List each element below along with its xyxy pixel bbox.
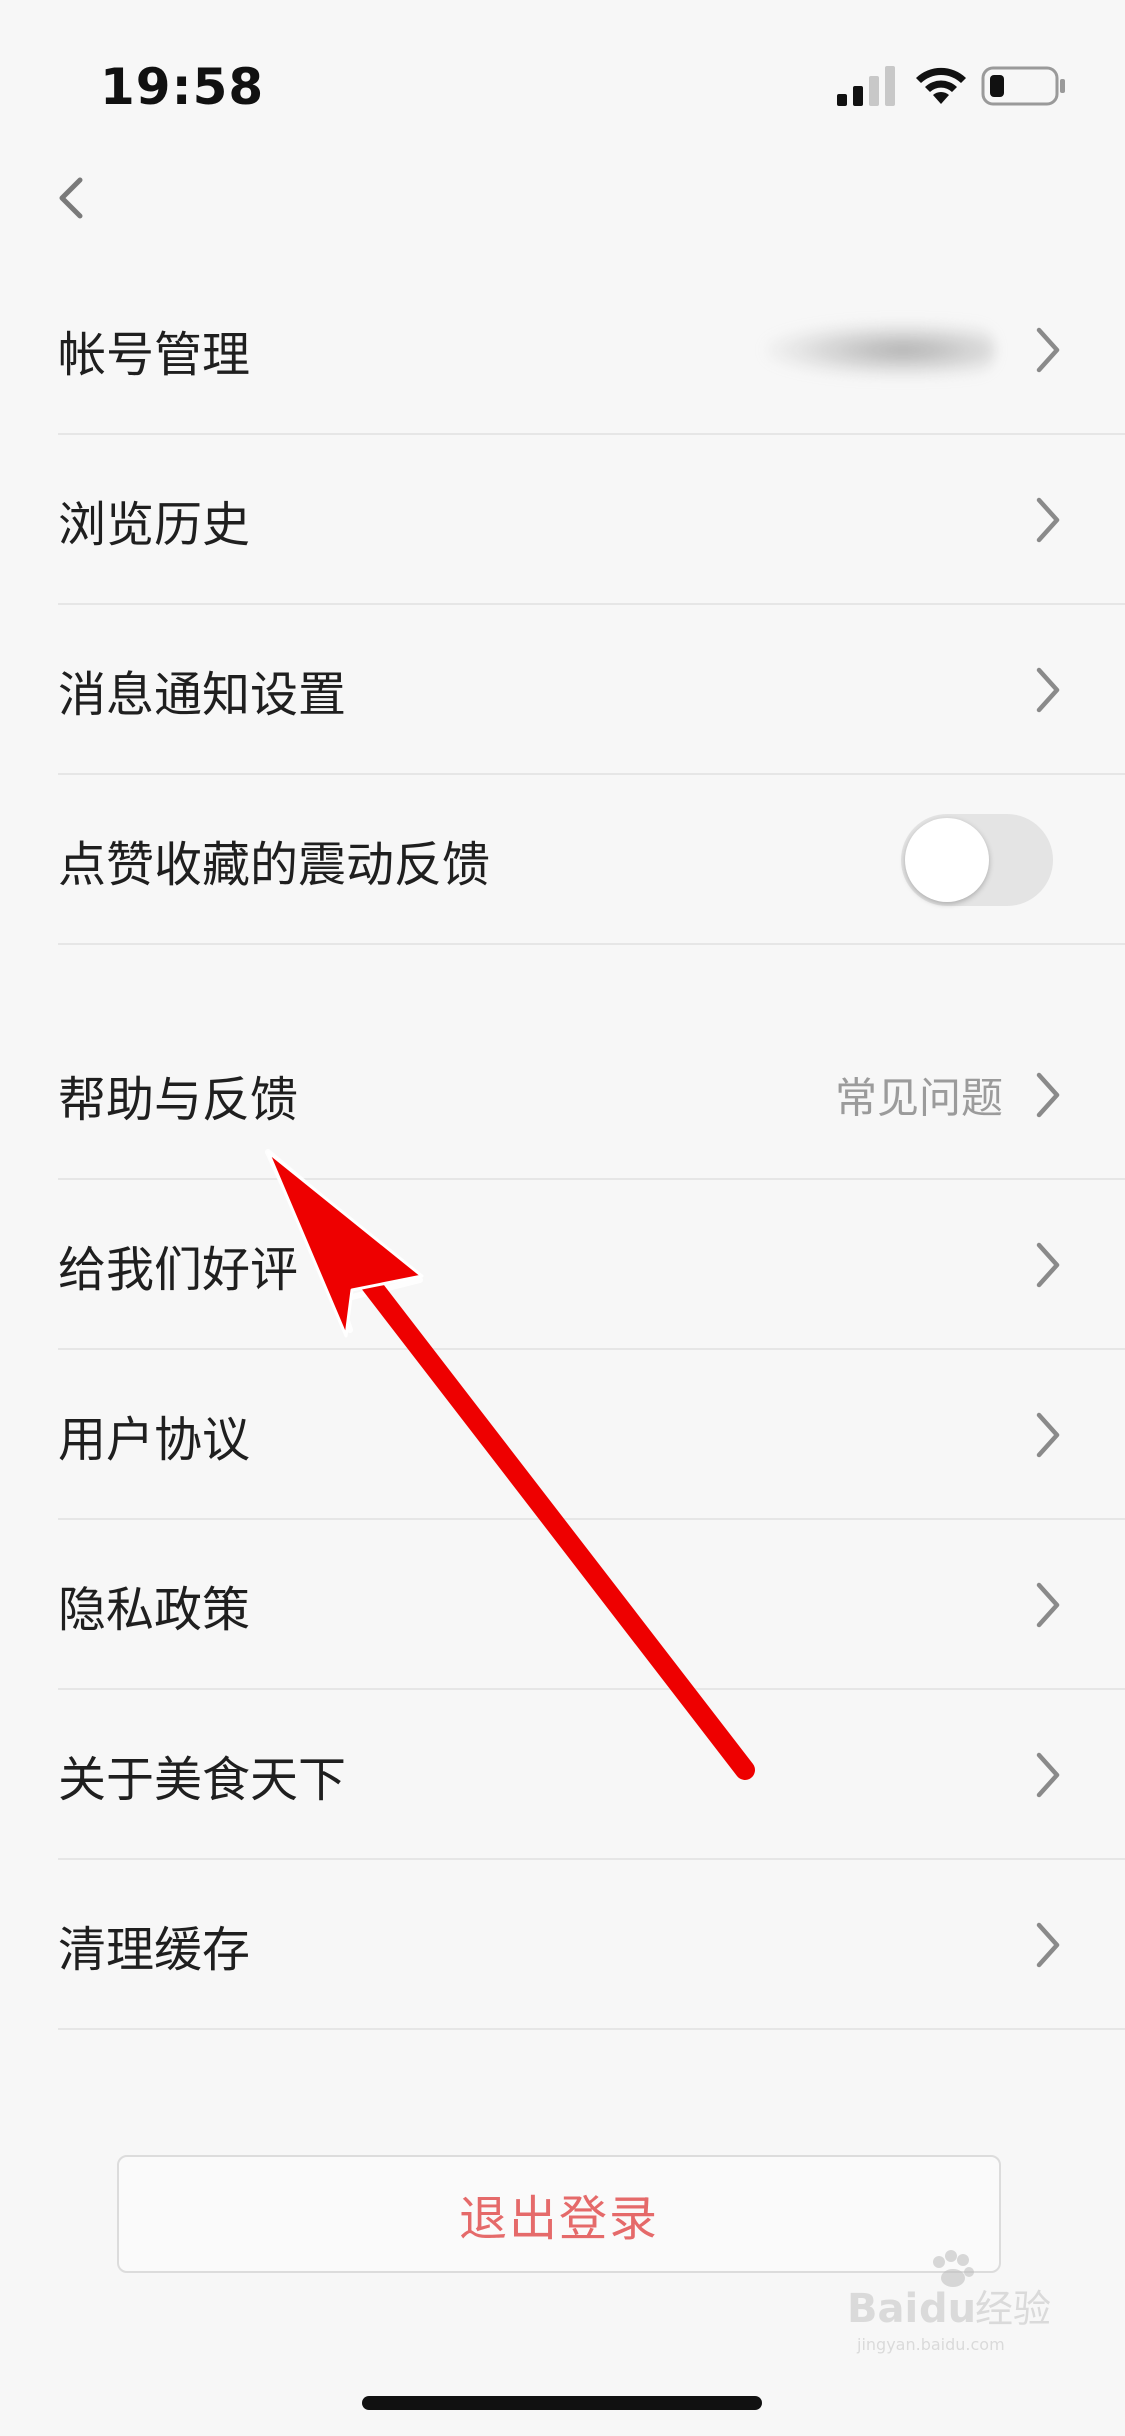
chevron-right-icon: [1036, 1752, 1060, 1798]
settings-row-user-agreement[interactable]: 用户协议: [0, 1350, 1125, 1520]
vibration-feedback-toggle[interactable]: [901, 814, 1053, 906]
row-label: 浏览历史: [58, 497, 251, 553]
chevron-right-icon: [1036, 1242, 1060, 1288]
row-label: 清理缓存: [58, 1922, 251, 1978]
baidu-jingyan-watermark-logo: Bai du 经验 jingyan.baidu.com: [847, 2250, 1051, 2354]
row-divider: [58, 943, 1125, 945]
settings-row-help-feedback[interactable]: 帮助与反馈 常见问题: [0, 1010, 1125, 1180]
settings-list: 帐号管理 浏览历史 消息通知设置 点赞收藏的震动反馈 帮助与反馈 常见问题 给我…: [0, 0, 1125, 2100]
row-label: 隐私政策: [58, 1582, 251, 1638]
settings-row-browsing-history[interactable]: 浏览历史: [0, 435, 1125, 605]
settings-row-account-management[interactable]: 帐号管理: [0, 265, 1125, 435]
row-label: 帐号管理: [58, 327, 251, 383]
chevron-right-icon: [1036, 1922, 1060, 1968]
chevron-right-icon: [1036, 1412, 1060, 1458]
row-value-faq: 常见问题: [834, 1073, 1003, 1123]
row-label: 关于美食天下: [58, 1752, 347, 1808]
svg-text:jingyan.baidu.com: jingyan.baidu.com: [856, 2335, 1005, 2354]
chevron-right-icon: [1036, 327, 1060, 373]
row-label: 帮助与反馈: [58, 1072, 299, 1128]
row-divider: [58, 2028, 1125, 2030]
chevron-right-icon: [1036, 497, 1060, 543]
settings-row-vibration-feedback: 点赞收藏的震动反馈: [0, 775, 1125, 945]
chevron-right-icon: [1036, 667, 1060, 713]
svg-text:Bai: Bai: [847, 2286, 918, 2332]
settings-row-rate-us[interactable]: 给我们好评: [0, 1180, 1125, 1350]
settings-row-about[interactable]: 关于美食天下: [0, 1690, 1125, 1860]
settings-row-clear-cache[interactable]: 清理缓存: [0, 1860, 1125, 2030]
svg-text:经验: 经验: [975, 2287, 1051, 2331]
chevron-right-icon: [1036, 1582, 1060, 1628]
row-label: 给我们好评: [58, 1242, 299, 1298]
toggle-knob: [905, 818, 989, 902]
row-label: 用户协议: [58, 1412, 251, 1468]
row-label: 消息通知设置: [58, 667, 347, 723]
svg-text:du: du: [919, 2286, 976, 2332]
row-label: 点赞收藏的震动反馈: [58, 837, 491, 893]
settings-row-privacy-policy[interactable]: 隐私政策: [0, 1520, 1125, 1690]
home-indicator: [362, 2396, 762, 2410]
blurred-account-value: [765, 322, 995, 378]
settings-row-notification-settings[interactable]: 消息通知设置: [0, 605, 1125, 775]
logout-label: 退出登录: [458, 2191, 659, 2247]
chevron-right-icon: [1036, 1072, 1060, 1118]
